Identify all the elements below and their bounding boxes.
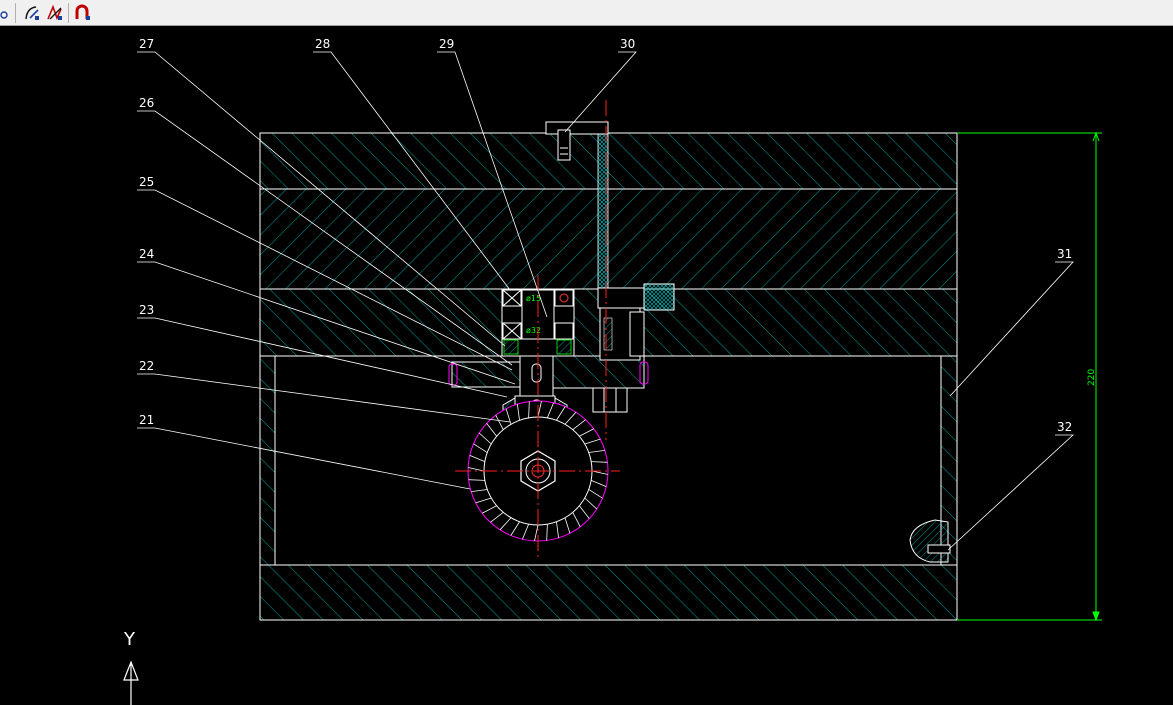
toolbar-separator bbox=[15, 3, 16, 23]
top-plate bbox=[259, 132, 958, 190]
edit-polyline-button[interactable] bbox=[45, 3, 65, 23]
part-label-25: 25 bbox=[139, 175, 154, 189]
edit-polyline-icon bbox=[47, 4, 62, 21]
hex-bolt bbox=[588, 387, 632, 413]
snap-point-icon bbox=[0, 11, 8, 19]
part-label-29: 29 bbox=[439, 37, 454, 51]
drawing-canvas[interactable]: ø15 ø32 220 27 26 25 24 23 22 21 28 29 3… bbox=[0, 27, 1173, 705]
bearing-dim-d15: ø15 bbox=[526, 294, 541, 303]
toolbar bbox=[0, 0, 1173, 26]
dimension-220-label: 220 bbox=[1087, 369, 1097, 386]
upper-plate bbox=[259, 188, 958, 290]
ucs-y-label: Y bbox=[123, 629, 136, 650]
part-label-27: 27 bbox=[139, 37, 154, 51]
part-label-23: 23 bbox=[139, 303, 154, 317]
toolbar-separator bbox=[68, 3, 69, 23]
right-handle bbox=[909, 519, 951, 563]
left-wall bbox=[259, 355, 276, 566]
part-label-24: 24 bbox=[139, 247, 154, 261]
part-label-26: 26 bbox=[139, 96, 154, 110]
part-label-31: 31 bbox=[1057, 247, 1072, 261]
magnet-snap-button[interactable] bbox=[72, 3, 92, 23]
part-label-28: 28 bbox=[315, 37, 330, 51]
snap-point-button[interactable] bbox=[0, 3, 12, 23]
part-label-22: 22 bbox=[139, 359, 154, 373]
part-label-21: 21 bbox=[139, 413, 154, 427]
dimension-220 bbox=[957, 131, 1102, 622]
ucs-icon: Y bbox=[123, 629, 139, 705]
magnet-snap-icon bbox=[75, 4, 90, 20]
base-plate bbox=[259, 564, 958, 621]
bearing-dim-d32: ø32 bbox=[526, 326, 541, 335]
draw-arc-button[interactable] bbox=[22, 3, 42, 23]
part-label-30: 30 bbox=[620, 37, 635, 51]
draw-arc-icon bbox=[25, 6, 39, 20]
part-label-32: 32 bbox=[1057, 420, 1072, 434]
